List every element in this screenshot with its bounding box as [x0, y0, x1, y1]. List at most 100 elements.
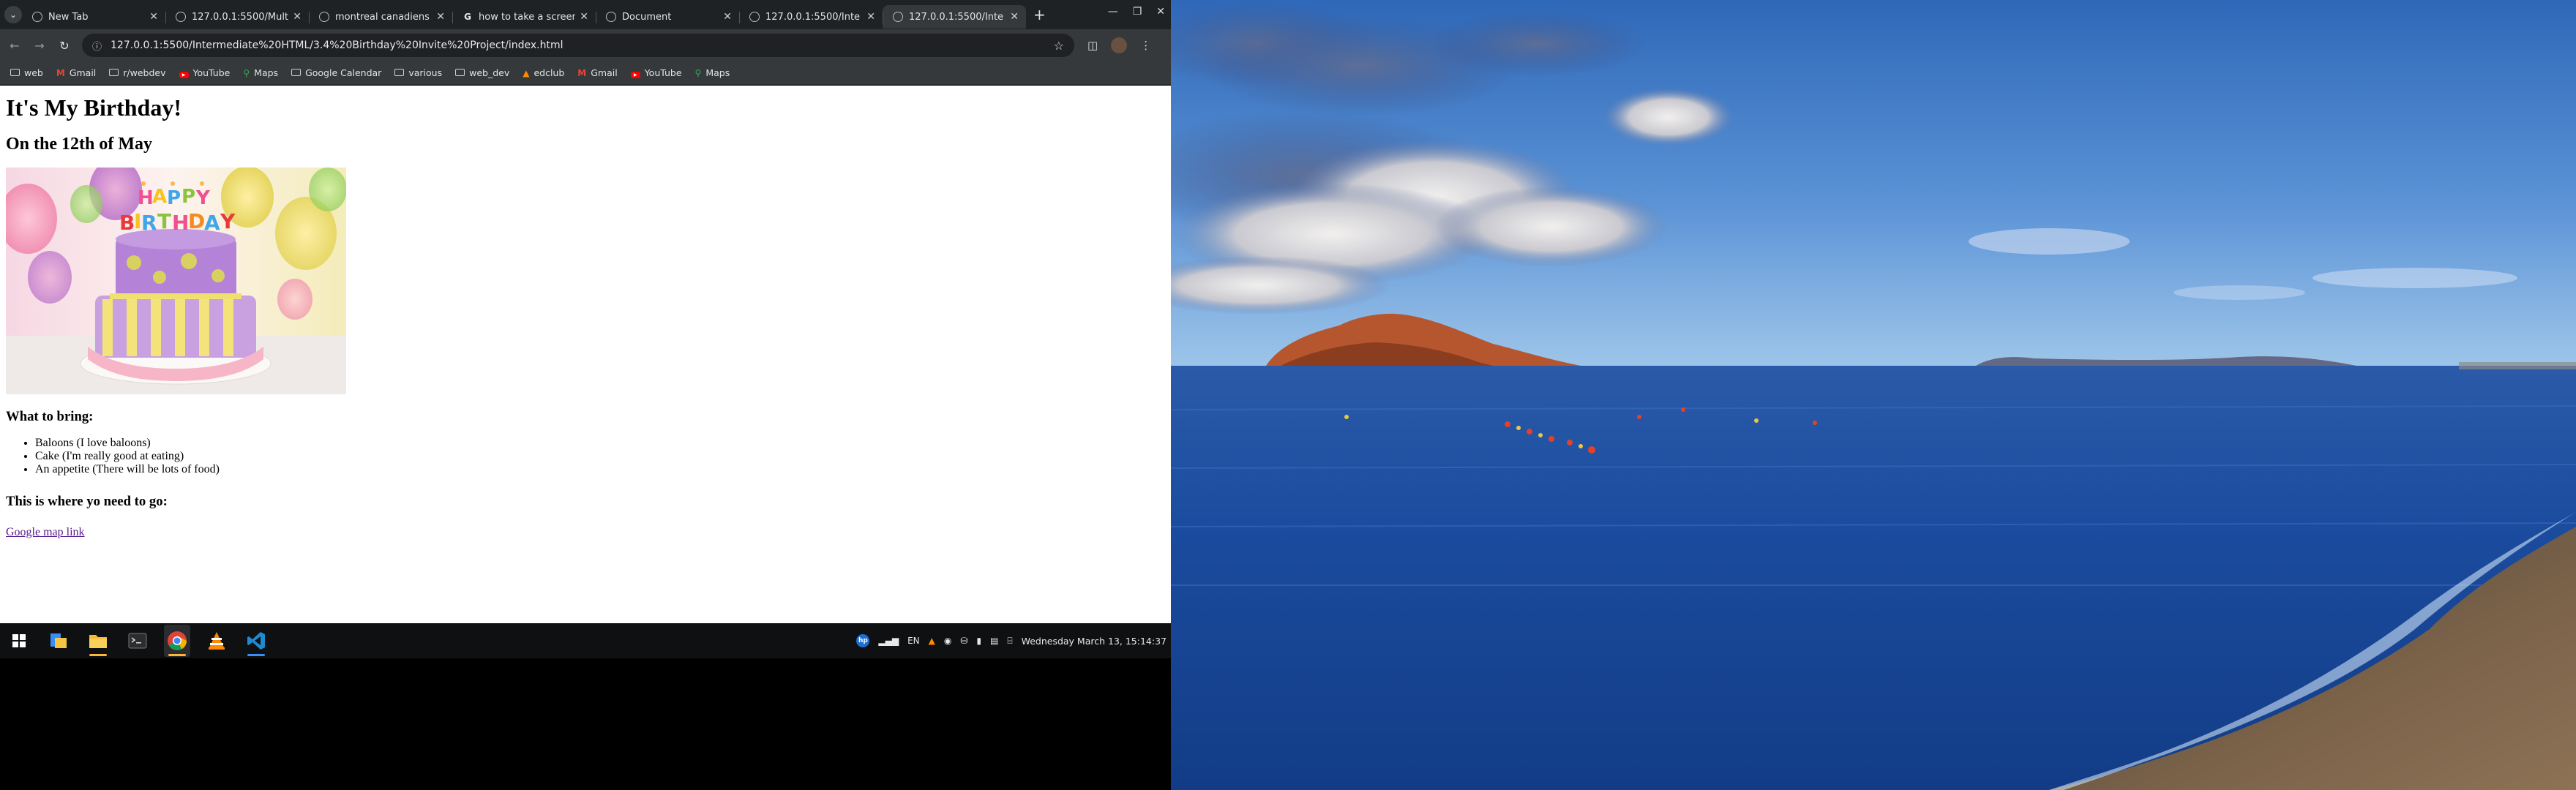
left-monitor: ⌄ New Tab ✕ 127.0.0.1:5500/Mult ✕ montreal c…	[0, 0, 1171, 790]
tab-title: montreal canadiens	[335, 11, 430, 23]
bookmark-item[interactable]: r/webdev	[109, 67, 166, 78]
tab-close-icon[interactable]: ✕	[580, 11, 588, 23]
file-explorer-icon[interactable]	[45, 625, 72, 657]
bookmark-item[interactable]: ▲ edclub	[523, 67, 564, 78]
drive-icon[interactable]: ⛁	[960, 636, 967, 646]
close-icon[interactable]: ✕	[1156, 6, 1165, 18]
taskbar: hp ▂▄▆ EN ▲ ◉ ⛁ ▮ ▤ ⌸ Wednesday March 13…	[0, 623, 1171, 658]
system-tray: hp ▂▄▆ EN ▲ ◉ ⛁ ▮ ▤ ⌸ Wednesday March 13…	[856, 623, 1167, 658]
bookmark-label: YouTube	[192, 67, 231, 78]
tab-search-button[interactable]: ⌄	[4, 6, 22, 23]
list-item: Cake (I'm really good at eating)	[35, 450, 1171, 463]
hp-icon[interactable]: hp	[856, 634, 870, 647]
svg-text:T: T	[157, 209, 171, 233]
bookmark-item[interactable]: ⚲ Maps	[695, 67, 730, 78]
google-map-link[interactable]: Google map link	[6, 526, 85, 539]
bookmarks-bar: web M Gmail r/webdev ▶ YouTube ⚲ Maps Google Cal…	[0, 61, 1171, 85]
tab-title: 127.0.0.1:5500/Inte	[765, 11, 861, 23]
restore-icon[interactable]: ❐	[1133, 6, 1142, 18]
language-indicator[interactable]: EN	[907, 636, 920, 646]
bookmark-item[interactable]: ▶ YouTube	[630, 67, 682, 78]
desktop-wallpaper	[1171, 0, 2576, 790]
tab-close-icon[interactable]: ✕	[149, 11, 158, 23]
vlc-icon[interactable]	[203, 625, 230, 657]
bookmark-item[interactable]: ⚲ Maps	[243, 67, 278, 78]
bookmark-item[interactable]: web_dev	[455, 67, 509, 78]
battery-icon[interactable]: ▮	[976, 636, 981, 646]
bookmark-item[interactable]: Google Calendar	[291, 67, 381, 78]
svg-text:D: D	[188, 209, 205, 233]
back-button[interactable]: ←	[4, 39, 25, 53]
vlc-tray-icon[interactable]: ▲	[929, 636, 935, 646]
bookmark-item[interactable]: M Gmail	[56, 67, 96, 78]
bookmark-label: Google Calendar	[305, 67, 382, 78]
tab-close-icon[interactable]: ✕	[866, 11, 875, 23]
tab-close-icon[interactable]: ✕	[1010, 11, 1019, 23]
where-heading: This is where yo need to go:	[6, 494, 168, 509]
bookmark-star-icon[interactable]: ☆	[1054, 39, 1064, 53]
forward-button[interactable]: →	[29, 39, 50, 53]
browser-tab[interactable]: New Tab ✕	[22, 5, 165, 29]
folder-icon[interactable]	[85, 625, 111, 657]
browser-tab[interactable]: 127.0.0.1:5500/Inte ✕	[883, 5, 1026, 29]
bookmark-label: web	[24, 67, 43, 78]
profile-avatar[interactable]	[1111, 37, 1128, 53]
globe-icon	[606, 12, 616, 22]
reload-button[interactable]: ↻	[54, 39, 75, 53]
bookmark-item[interactable]: M Gmail	[577, 67, 617, 78]
globe-icon	[893, 12, 903, 22]
signal-icon[interactable]: ▂▄▆	[878, 636, 899, 646]
folder-icon	[10, 68, 20, 78]
browser-tab[interactable]: Ghow to take a screen ✕	[452, 5, 596, 29]
svg-text:A: A	[152, 186, 167, 208]
bookmark-label: web_dev	[469, 67, 510, 78]
terminal-icon[interactable]	[124, 625, 151, 657]
globe-icon	[749, 12, 760, 22]
browser-tab[interactable]: 127.0.0.1:5500/Mult ✕	[165, 5, 309, 29]
url-text[interactable]: 127.0.0.1:5500/Intermediate%20HTML/3.4%2…	[111, 40, 1054, 51]
bring-list: Baloons (I love baloons) Cake (I'm reall…	[6, 437, 1171, 476]
network-icon[interactable]: ⌸	[1007, 636, 1012, 647]
bring-heading: What to bring:	[6, 409, 94, 424]
bookmark-item[interactable]: various	[394, 67, 442, 78]
bookmark-item[interactable]: ▶ YouTube	[179, 67, 231, 78]
vscode-icon[interactable]	[243, 625, 269, 657]
svg-text:R: R	[141, 211, 157, 235]
maps-icon: ⚲	[243, 67, 250, 78]
maps-icon: ⚲	[694, 67, 702, 78]
minimize-icon[interactable]: —	[1108, 6, 1118, 18]
address-bar[interactable]: ⓘ 127.0.0.1:5500/Intermediate%20HTML/3.4…	[82, 34, 1074, 57]
folder-icon	[109, 68, 119, 78]
svg-text:Y: Y	[195, 187, 211, 209]
bookmark-label: Gmail	[591, 67, 618, 78]
browser-tab[interactable]: 127.0.0.1:5500/Inte ✕	[739, 5, 883, 29]
chrome-icon[interactable]	[164, 625, 190, 657]
site-info-icon[interactable]: ⓘ	[92, 39, 102, 53]
tabs: New Tab ✕ 127.0.0.1:5500/Mult ✕ montreal can…	[22, 1, 1026, 29]
folder-icon	[394, 68, 405, 78]
side-panel-icon[interactable]: ◫	[1087, 39, 1098, 52]
tab-close-icon[interactable]: ✕	[293, 11, 302, 23]
browser-tab[interactable]: Document ✕	[596, 5, 739, 29]
menu-icon[interactable]: ⋮	[1140, 39, 1151, 52]
windows-start-icon[interactable]	[6, 625, 32, 657]
browser-tab[interactable]: montreal canadiens ✕	[309, 5, 452, 29]
svg-text:P: P	[167, 187, 181, 209]
folder-icon	[291, 68, 302, 78]
gmail-icon: M	[577, 67, 587, 78]
svg-text:H: H	[138, 187, 154, 209]
bookmark-item[interactable]: web	[10, 67, 43, 78]
clipboard-icon[interactable]: ▤	[990, 636, 998, 646]
page-date: On the 12th of May	[6, 135, 152, 154]
new-tab-button[interactable]: +	[1033, 6, 1046, 23]
bookmark-label: Maps	[254, 67, 279, 78]
chrome-icon	[32, 12, 42, 22]
gamepad-icon[interactable]: ◉	[944, 636, 951, 646]
youtube-icon: ▶	[630, 68, 640, 78]
tab-title: Document	[622, 11, 672, 23]
tab-close-icon[interactable]: ✕	[436, 11, 445, 23]
clock[interactable]: Wednesday March 13, 15:14:37	[1022, 636, 1167, 647]
bookmark-label: Maps	[705, 67, 730, 78]
google-icon: G	[464, 12, 471, 22]
tab-close-icon[interactable]: ✕	[723, 11, 732, 23]
